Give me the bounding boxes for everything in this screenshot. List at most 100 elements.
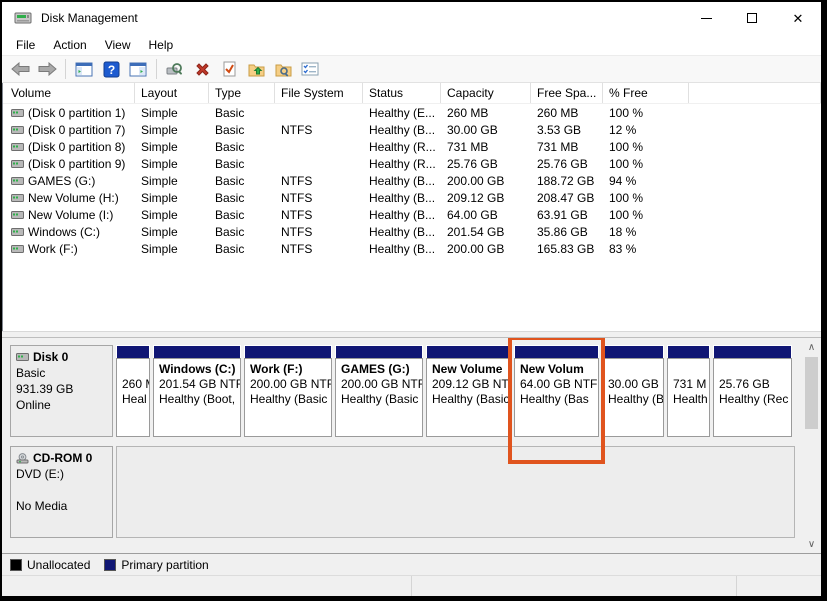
cell-pct-free: 83 % [603, 242, 689, 256]
partition-block-games-g[interactable]: GAMES (G:)200.00 GB NTFHealthy (Basic [335, 345, 423, 437]
table-row[interactable]: Work (F:) Simple Basic NTFS Healthy (B..… [3, 240, 821, 257]
partition-block-work-f[interactable]: Work (F:)200.00 GB NTFHealthy (Basic [244, 345, 332, 437]
cell-pct-free: 100 % [603, 140, 689, 154]
column-header-layout[interactable]: Layout [135, 83, 209, 103]
cell-status: Healthy (B... [363, 242, 441, 256]
partition-block[interactable]: 25.76 GBHealthy (Rec [713, 345, 792, 437]
cell-status: Healthy (R... [363, 140, 441, 154]
column-header-volume[interactable]: Volume [3, 83, 135, 103]
cd-icon [16, 453, 29, 464]
scroll-up-icon[interactable]: ∧ [803, 339, 820, 356]
volume-icon [11, 177, 24, 185]
scroll-down-icon[interactable]: ∨ [803, 536, 820, 553]
cell-free-space: 63.91 GB [531, 208, 603, 222]
disk-properties-icon[interactable] [163, 57, 187, 81]
cdrom-row: CD-ROM 0 DVD (E:) No Media [10, 446, 795, 538]
column-header-type[interactable]: Type [209, 83, 275, 103]
table-row[interactable]: Windows (C:) Simple Basic NTFS Healthy (… [3, 223, 821, 240]
table-row[interactable]: (Disk 0 partition 7) Simple Basic NTFS H… [3, 121, 821, 138]
checklist-icon[interactable] [298, 57, 322, 81]
status-bar [2, 575, 821, 596]
minimize-button[interactable] [683, 2, 729, 34]
cell-capacity: 64.00 GB [441, 208, 531, 222]
cdrom-info-panel[interactable]: CD-ROM 0 DVD (E:) No Media [10, 446, 113, 538]
table-row[interactable]: (Disk 0 partition 8) Simple Basic Health… [3, 138, 821, 155]
minimize-icon [701, 18, 712, 19]
table-row[interactable]: New Volume (I:) Simple Basic NTFS Health… [3, 206, 821, 223]
volume-table-header: Volume Layout Type File System Status Ca… [3, 83, 821, 104]
cell-volume: New Volume (H:) [3, 191, 135, 205]
cell-pct-free: 12 % [603, 123, 689, 137]
console-tree-icon[interactable] [72, 57, 96, 81]
close-icon: ✕ [793, 12, 804, 25]
cell-type: Basic [209, 106, 275, 120]
cell-free-space: 165.83 GB [531, 242, 603, 256]
menu-bar: File Action View Help [2, 34, 821, 55]
cell-capacity: 200.00 GB [441, 174, 531, 188]
table-row[interactable]: GAMES (G:) Simple Basic NTFS Healthy (B.… [3, 172, 821, 189]
check-document-icon[interactable] [217, 57, 241, 81]
partition-block[interactable]: 30.00 GB NTHealthy (Ba [602, 345, 664, 437]
cdrom-graph-area[interactable] [116, 446, 795, 538]
close-button[interactable]: ✕ [775, 2, 821, 34]
partition-block-new-volume-i[interactable]: New Volum64.00 GB NTFHealthy (Bas [514, 345, 599, 437]
cell-type: Basic [209, 208, 275, 222]
menu-file[interactable]: File [7, 36, 44, 54]
cell-free-space: 188.72 GB [531, 174, 603, 188]
partition-strip [244, 345, 332, 358]
column-header-file-system[interactable]: File System [275, 83, 363, 103]
folder-up-icon[interactable] [244, 57, 268, 81]
cell-file-system: NTFS [275, 208, 363, 222]
partition-block-new-volume-h[interactable]: New Volume209.12 GB NTFHealthy (Basic [426, 345, 511, 437]
partition-strip [426, 345, 511, 358]
cell-volume: (Disk 0 partition 8) [3, 140, 135, 154]
toolbar: ? [2, 55, 821, 83]
partition-block[interactable]: 260 MHeal [116, 345, 150, 437]
cell-status: Healthy (B... [363, 174, 441, 188]
disk-management-app-icon [14, 11, 32, 25]
forward-arrow-icon[interactable] [35, 57, 59, 81]
partition-strip [713, 345, 792, 358]
column-header-capacity[interactable]: Capacity [441, 83, 531, 103]
title-bar: Disk Management ✕ [2, 2, 821, 34]
cell-status: Healthy (B... [363, 208, 441, 222]
table-row[interactable]: New Volume (H:) Simple Basic NTFS Health… [3, 189, 821, 206]
cell-volume: (Disk 0 partition 1) [3, 106, 135, 120]
maximize-button[interactable] [729, 2, 775, 34]
scrollbar-thumb[interactable] [805, 357, 818, 429]
menu-help[interactable]: Help [140, 36, 183, 54]
folder-search-icon[interactable] [271, 57, 295, 81]
cell-free-space: 208.47 GB [531, 191, 603, 205]
back-arrow-icon[interactable] [8, 57, 32, 81]
cell-layout: Simple [135, 242, 209, 256]
cell-capacity: 209.12 GB [441, 191, 531, 205]
partition-strip [667, 345, 710, 358]
volume-icon [11, 211, 24, 219]
cell-pct-free: 100 % [603, 208, 689, 222]
cell-volume: GAMES (G:) [3, 174, 135, 188]
vertical-scrollbar[interactable]: ∧ ∨ [803, 339, 820, 553]
page-title: Disk Management [41, 11, 138, 25]
menu-action[interactable]: Action [44, 36, 95, 54]
maximize-icon [747, 13, 757, 23]
action-pane-icon[interactable] [126, 57, 150, 81]
partition-strip [514, 345, 599, 358]
column-header-pct-free[interactable]: % Free [603, 83, 689, 103]
cell-layout: Simple [135, 123, 209, 137]
menu-view[interactable]: View [96, 36, 140, 54]
unallocated-swatch [10, 559, 22, 571]
partition-block[interactable]: 731 MHealth [667, 345, 710, 437]
cell-type: Basic [209, 174, 275, 188]
delete-icon[interactable] [190, 57, 214, 81]
help-icon[interactable]: ? [99, 57, 123, 81]
table-row[interactable]: (Disk 0 partition 9) Simple Basic Health… [3, 155, 821, 172]
partition-block-windows-c[interactable]: Windows (C:)201.54 GB NTFHealthy (Boot, [153, 345, 241, 437]
column-header-free-space[interactable]: Free Spa... [531, 83, 603, 103]
app-window: Disk Management ✕ File Action View Help … [0, 0, 827, 601]
volume-icon [11, 109, 24, 117]
column-header-status[interactable]: Status [363, 83, 441, 103]
disk0-info-panel[interactable]: Disk 0 Basic 931.39 GB Online [10, 345, 113, 437]
disk0-size: 931.39 GB [16, 381, 107, 397]
cdrom-media: No Media [16, 498, 107, 514]
table-row[interactable]: (Disk 0 partition 1) Simple Basic Health… [3, 104, 821, 121]
